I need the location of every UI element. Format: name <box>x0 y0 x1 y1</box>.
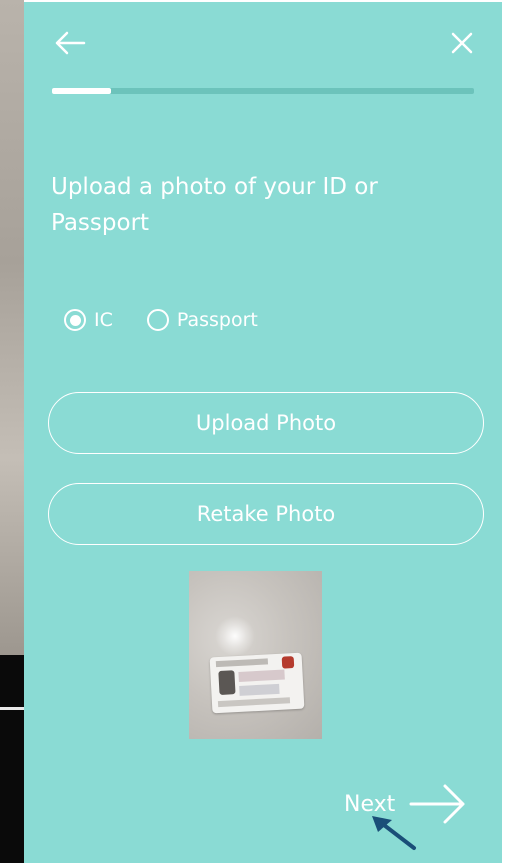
close-button[interactable] <box>444 25 480 61</box>
retake-photo-button[interactable]: Retake Photo <box>48 483 484 545</box>
upload-id-panel: Upload a photo of your ID or Passport IC… <box>24 2 502 863</box>
close-icon <box>451 32 473 54</box>
id-card-redacted-field <box>238 669 285 682</box>
back-button[interactable] <box>52 25 88 61</box>
background-photo-edge <box>0 0 24 655</box>
id-type-radio-group: IC Passport <box>64 304 292 336</box>
background-divider <box>0 707 24 710</box>
id-card-portrait <box>218 670 236 695</box>
radio-label-ic: IC <box>94 309 113 331</box>
progress-bar <box>52 88 474 94</box>
upload-photo-button[interactable]: Upload Photo <box>48 392 484 454</box>
screen: Upload a photo of your ID or Passport IC… <box>0 0 507 863</box>
radio-option-passport[interactable]: Passport <box>146 309 258 331</box>
id-card-crest <box>281 656 295 669</box>
progress-bar-fill <box>52 88 112 94</box>
id-card-redacted-field <box>239 683 280 696</box>
background-dark-edge <box>0 655 24 863</box>
radio-option-ic[interactable]: IC <box>64 309 113 331</box>
radio-button-passport[interactable] <box>146 309 169 331</box>
page-title: Upload a photo of your ID or Passport <box>51 174 378 236</box>
id-card-image <box>209 652 305 714</box>
photo-glare <box>215 616 255 656</box>
pointer-arrow-icon <box>372 816 416 850</box>
id-photo-preview <box>189 571 322 739</box>
radio-button-ic[interactable] <box>64 309 86 331</box>
arrow-left-icon <box>55 31 86 55</box>
id-card-barcode <box>217 697 291 708</box>
radio-label-passport: Passport <box>176 309 258 331</box>
id-card-header <box>215 658 269 668</box>
radio-selected-dot <box>69 314 81 326</box>
